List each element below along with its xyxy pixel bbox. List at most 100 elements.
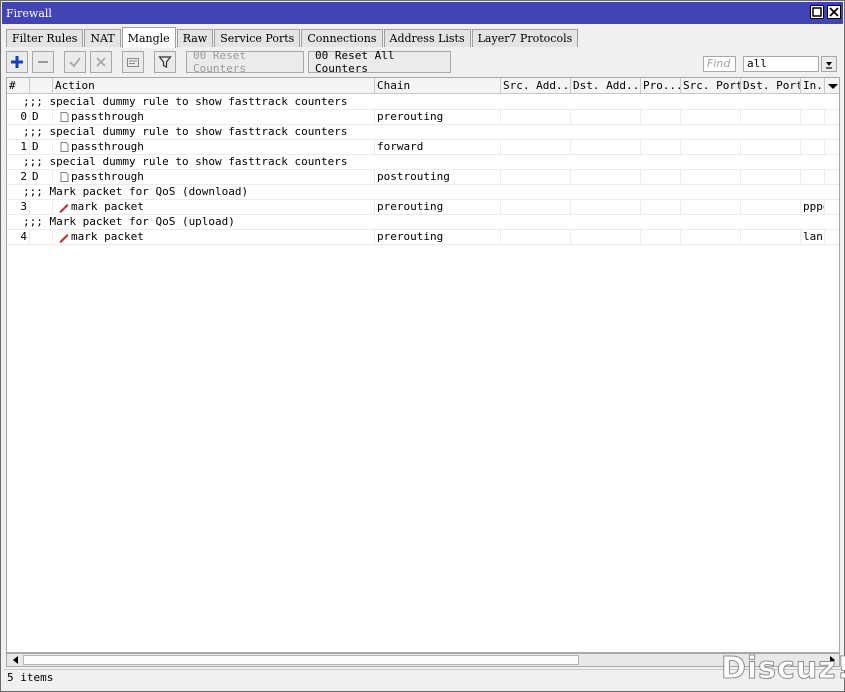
cell-action: mark packet [53, 230, 375, 245]
cell-chain: postrouting [375, 170, 501, 185]
reset-counters-button[interactable]: 00 Reset Counters [186, 49, 304, 75]
close-button[interactable] [827, 5, 841, 19]
cell-flags: D [30, 170, 53, 185]
cell-protocol [641, 140, 681, 155]
watermark-logo: Discuz! [720, 651, 845, 687]
check-icon [69, 57, 81, 68]
title-bar: Firewall [2, 2, 843, 24]
column-header-flags[interactable] [30, 78, 53, 94]
cell-chain: prerouting [375, 110, 501, 125]
note-icon [127, 58, 139, 67]
cell-in-interface [801, 140, 825, 155]
rule-comment: ;;; special dummy rule to show fasttrack… [23, 95, 348, 108]
window-title: Firewall [6, 6, 52, 20]
pencil-icon [59, 234, 69, 243]
column-header-number[interactable]: # [7, 78, 30, 94]
cell-chain: forward [375, 140, 501, 155]
cell-flags [30, 200, 53, 215]
tab-raw[interactable]: Raw [176, 29, 214, 47]
tab-bar: Filter Rules NAT Mangle Raw Service Ports Con… [6, 27, 579, 48]
comment-row[interactable]: ;;; special dummy rule to show fasttrack… [7, 125, 839, 140]
cell-src-address [501, 140, 571, 155]
tab-mangle[interactable]: Mangle [121, 27, 176, 48]
cell-number: 2 [7, 170, 30, 185]
horizontal-scrollbar[interactable] [6, 653, 840, 667]
cell-src-address [501, 170, 571, 185]
comment-row[interactable]: ;;; Mark packet for QoS (download) [7, 185, 839, 200]
column-header-src-address[interactable]: Src. Add... [501, 78, 571, 94]
disable-button[interactable] [90, 51, 112, 73]
scrollbar-thumb[interactable] [23, 655, 579, 665]
document-icon [60, 112, 69, 122]
cell-in-interface: lan [801, 230, 825, 245]
dropdown-arrow-icon [826, 62, 832, 69]
cell-dst-port [741, 200, 801, 215]
tab-nat[interactable]: NAT [84, 29, 121, 47]
filter-dropdown-button[interactable] [821, 56, 837, 72]
cell-number: 3 [7, 200, 30, 215]
cell-chain: prerouting [375, 200, 501, 215]
rule-comment: ;;; Mark packet for QoS (upload) [23, 215, 235, 228]
pencil-icon [59, 204, 69, 213]
scroll-left-icon[interactable] [9, 654, 23, 666]
column-header-src-port[interactable]: Src. Port [681, 78, 741, 94]
plus-icon [11, 56, 23, 68]
action-label: passthrough [71, 140, 144, 153]
reset-all-counters-button[interactable]: 00 Reset All Counters [308, 49, 451, 75]
cell-src-port [681, 140, 741, 155]
remove-button[interactable] [32, 51, 54, 73]
find-input[interactable]: Find [703, 56, 736, 72]
comment-button[interactable] [122, 51, 144, 73]
table-header: # Action Chain Src. Add... Dst. Add... Pro...… [7, 78, 840, 94]
cell-src-address [501, 200, 571, 215]
table-row[interactable]: 1 Dpassthrough forward [7, 140, 839, 155]
comment-row[interactable]: ;;; Mark packet for QoS (upload) [7, 215, 839, 230]
maximize-button[interactable] [810, 5, 824, 19]
tab-connections[interactable]: Connections [301, 29, 383, 47]
cell-dst-address [571, 230, 641, 245]
cell-dst-port [741, 110, 801, 125]
column-menu-icon[interactable] [826, 79, 840, 93]
cell-chain: prerouting [375, 230, 501, 245]
minus-icon [38, 61, 48, 63]
cell-protocol [641, 170, 681, 185]
cell-flags [30, 230, 53, 245]
cell-action: passthrough [53, 170, 375, 185]
table-row[interactable]: 4 mark packet prerouting lan [7, 230, 839, 245]
column-header-chain[interactable]: Chain [375, 78, 501, 94]
cell-action: passthrough [53, 110, 375, 125]
cell-dst-port [741, 170, 801, 185]
add-button[interactable] [6, 51, 28, 73]
table-row[interactable]: 0 Dpassthrough prerouting [7, 110, 839, 125]
tab-address-lists[interactable]: Address Lists [383, 29, 471, 47]
comment-row[interactable]: ;;; special dummy rule to show fasttrack… [7, 95, 839, 110]
column-header-protocol[interactable]: Pro... [641, 78, 681, 94]
cell-src-port [681, 200, 741, 215]
cell-action: mark packet [53, 200, 375, 215]
column-header-in-interface[interactable]: In. [801, 78, 825, 94]
comment-row[interactable]: ;;; special dummy rule to show fasttrack… [7, 155, 839, 170]
tab-filter-rules[interactable]: Filter Rules [6, 29, 84, 47]
cell-dst-port [741, 230, 801, 245]
enable-button[interactable] [64, 51, 86, 73]
cell-number: 0 [7, 110, 30, 125]
column-header-dst-address[interactable]: Dst. Add... [571, 78, 641, 94]
tab-service-ports[interactable]: Service Ports [214, 29, 301, 47]
filter-button[interactable] [154, 51, 176, 73]
column-header-action[interactable]: Action [53, 78, 375, 94]
rule-comment: ;;; special dummy rule to show fasttrack… [23, 125, 348, 138]
firewall-window: Firewall Filter Rules NAT Mangle Raw Service… [0, 0, 845, 692]
filter-select[interactable]: all [743, 56, 819, 72]
table-row[interactable]: 3 mark packet prerouting pppo... [7, 200, 839, 215]
cell-in-interface: pppo... [801, 200, 825, 215]
item-count: 5 items [7, 671, 54, 684]
cell-src-address [501, 230, 571, 245]
cell-action: passthrough [53, 140, 375, 155]
table-row[interactable]: 2 Dpassthrough postrouting [7, 170, 839, 185]
column-header-dst-port[interactable]: Dst. Port [741, 78, 801, 94]
status-bar: 5 items [3, 669, 842, 687]
tab-layer7-protocols[interactable]: Layer7 Protocols [471, 29, 579, 47]
maximize-icon [812, 7, 822, 17]
cross-icon [96, 57, 106, 67]
cell-src-port [681, 170, 741, 185]
